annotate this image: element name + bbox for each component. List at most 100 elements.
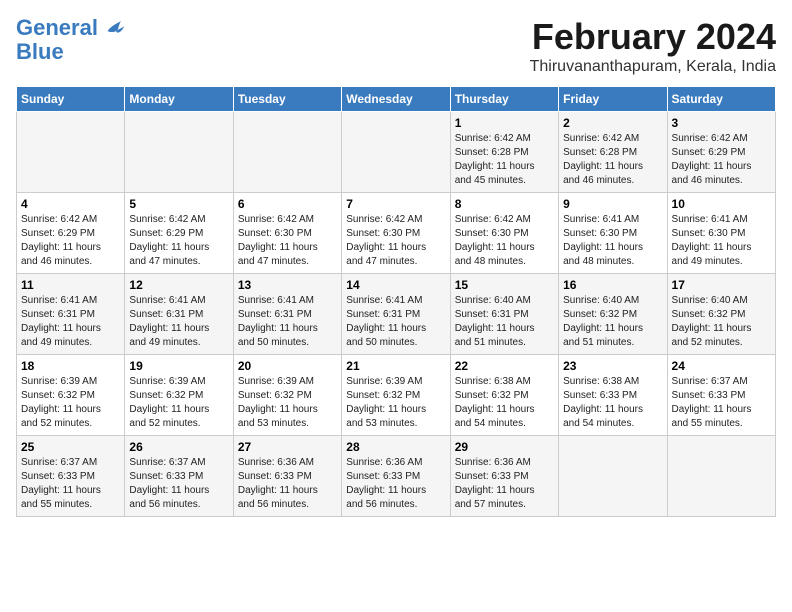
calendar-cell: 23 Sunrise: 6:38 AM Sunset: 6:33 PM Dayli…: [559, 355, 667, 436]
day-info: Sunrise: 6:42 AM Sunset: 6:29 PM Dayligh…: [21, 213, 120, 269]
day-number: 2: [563, 116, 662, 130]
calendar-cell: 29 Sunrise: 6:36 AM Sunset: 6:33 PM Dayli…: [450, 436, 558, 517]
day-info: Sunrise: 6:36 AM Sunset: 6:33 PM Dayligh…: [346, 456, 445, 512]
day-number: 29: [455, 440, 554, 454]
day-number: 21: [346, 359, 445, 373]
calendar-cell: 10 Sunrise: 6:41 AM Sunset: 6:30 PM Dayli…: [667, 193, 775, 274]
day-info: Sunrise: 6:42 AM Sunset: 6:29 PM Dayligh…: [672, 132, 771, 188]
calendar-body: 1Sunrise: 6:42 AM Sunset: 6:28 PM Daylig…: [17, 112, 776, 517]
day-number: 12: [129, 278, 228, 292]
day-info: Sunrise: 6:39 AM Sunset: 6:32 PM Dayligh…: [129, 375, 228, 431]
calendar-header-row: SundayMondayTuesdayWednesdayThursdayFrid…: [17, 87, 776, 112]
day-number: 16: [563, 278, 662, 292]
calendar-cell: 28 Sunrise: 6:36 AM Sunset: 6:33 PM Dayli…: [342, 436, 450, 517]
calendar-cell: 21 Sunrise: 6:39 AM Sunset: 6:32 PM Dayli…: [342, 355, 450, 436]
week-row-3: 18 Sunrise: 6:39 AM Sunset: 6:32 PM Dayli…: [17, 355, 776, 436]
day-info: Sunrise: 6:39 AM Sunset: 6:32 PM Dayligh…: [346, 375, 445, 431]
calendar-cell: 20 Sunrise: 6:39 AM Sunset: 6:32 PM Dayli…: [233, 355, 341, 436]
day-number: 26: [129, 440, 228, 454]
day-number: 28: [346, 440, 445, 454]
calendar-cell: 12 Sunrise: 6:41 AM Sunset: 6:31 PM Dayli…: [125, 274, 233, 355]
calendar-cell: [559, 436, 667, 517]
week-row-2: 11 Sunrise: 6:41 AM Sunset: 6:31 PM Dayli…: [17, 274, 776, 355]
header-friday: Friday: [559, 87, 667, 112]
logo-text: General: [16, 16, 126, 40]
day-info: Sunrise: 6:37 AM Sunset: 6:33 PM Dayligh…: [129, 456, 228, 512]
day-info: Sunrise: 6:41 AM Sunset: 6:31 PM Dayligh…: [346, 294, 445, 350]
calendar-cell: 1Sunrise: 6:42 AM Sunset: 6:28 PM Daylig…: [450, 112, 558, 193]
logo-bird-icon: [106, 19, 126, 35]
header-monday: Monday: [125, 87, 233, 112]
calendar-cell: 8 Sunrise: 6:42 AM Sunset: 6:30 PM Daylig…: [450, 193, 558, 274]
calendar-cell: [342, 112, 450, 193]
day-number: 7: [346, 197, 445, 211]
day-number: 6: [238, 197, 337, 211]
day-number: 27: [238, 440, 337, 454]
day-number: 9: [563, 197, 662, 211]
day-number: 5: [129, 197, 228, 211]
calendar-cell: 11 Sunrise: 6:41 AM Sunset: 6:31 PM Dayli…: [17, 274, 125, 355]
day-info: Sunrise: 6:41 AM Sunset: 6:30 PM Dayligh…: [563, 213, 662, 269]
calendar-cell: [233, 112, 341, 193]
day-info: Sunrise: 6:42 AM Sunset: 6:30 PM Dayligh…: [455, 213, 554, 269]
calendar-cell: 18Sunrise: 6:39 AM Sunset: 6:32 PM Dayli…: [17, 355, 125, 436]
calendar-cell: 16 Sunrise: 6:40 AM Sunset: 6:32 PM Dayli…: [559, 274, 667, 355]
day-info: Sunrise: 6:42 AM Sunset: 6:28 PM Dayligh…: [455, 132, 554, 188]
day-number: 3: [672, 116, 771, 130]
calendar-cell: 19Sunrise: 6:39 AM Sunset: 6:32 PM Dayli…: [125, 355, 233, 436]
day-info: Sunrise: 6:41 AM Sunset: 6:30 PM Dayligh…: [672, 213, 771, 269]
day-info: Sunrise: 6:38 AM Sunset: 6:33 PM Dayligh…: [563, 375, 662, 431]
day-info: Sunrise: 6:42 AM Sunset: 6:29 PM Dayligh…: [129, 213, 228, 269]
week-row-0: 1Sunrise: 6:42 AM Sunset: 6:28 PM Daylig…: [17, 112, 776, 193]
day-info: Sunrise: 6:42 AM Sunset: 6:30 PM Dayligh…: [238, 213, 337, 269]
calendar-cell: 17 Sunrise: 6:40 AM Sunset: 6:32 PM Dayli…: [667, 274, 775, 355]
calendar-cell: [17, 112, 125, 193]
day-number: 11: [21, 278, 120, 292]
day-number: 14: [346, 278, 445, 292]
day-number: 24: [672, 359, 771, 373]
page-header: General Blue February 2024 Thiruvanantha…: [16, 16, 776, 76]
day-number: 4: [21, 197, 120, 211]
day-number: 25: [21, 440, 120, 454]
day-info: Sunrise: 6:37 AM Sunset: 6:33 PM Dayligh…: [21, 456, 120, 512]
logo: General Blue: [16, 16, 126, 64]
calendar-cell: [125, 112, 233, 193]
day-info: Sunrise: 6:36 AM Sunset: 6:33 PM Dayligh…: [238, 456, 337, 512]
calendar-cell: 26 Sunrise: 6:37 AM Sunset: 6:33 PM Dayli…: [125, 436, 233, 517]
day-number: 10: [672, 197, 771, 211]
calendar-table: SundayMondayTuesdayWednesdayThursdayFrid…: [16, 86, 776, 517]
header-thursday: Thursday: [450, 87, 558, 112]
calendar-cell: 22Sunrise: 6:38 AM Sunset: 6:32 PM Dayli…: [450, 355, 558, 436]
header-tuesday: Tuesday: [233, 87, 341, 112]
day-info: Sunrise: 6:38 AM Sunset: 6:32 PM Dayligh…: [455, 375, 554, 431]
day-info: Sunrise: 6:40 AM Sunset: 6:31 PM Dayligh…: [455, 294, 554, 350]
day-info: Sunrise: 6:40 AM Sunset: 6:32 PM Dayligh…: [672, 294, 771, 350]
calendar-cell: 5 Sunrise: 6:42 AM Sunset: 6:29 PM Daylig…: [125, 193, 233, 274]
day-number: 20: [238, 359, 337, 373]
title-area: February 2024 Thiruvananthapuram, Kerala…: [530, 16, 776, 76]
day-number: 23: [563, 359, 662, 373]
day-info: Sunrise: 6:42 AM Sunset: 6:28 PM Dayligh…: [563, 132, 662, 188]
page-subtitle: Thiruvananthapuram, Kerala, India: [530, 58, 776, 76]
calendar-cell: 25 Sunrise: 6:37 AM Sunset: 6:33 PM Dayli…: [17, 436, 125, 517]
day-number: 17: [672, 278, 771, 292]
day-info: Sunrise: 6:41 AM Sunset: 6:31 PM Dayligh…: [238, 294, 337, 350]
day-info: Sunrise: 6:39 AM Sunset: 6:32 PM Dayligh…: [238, 375, 337, 431]
calendar-cell: 4 Sunrise: 6:42 AM Sunset: 6:29 PM Daylig…: [17, 193, 125, 274]
day-info: Sunrise: 6:40 AM Sunset: 6:32 PM Dayligh…: [563, 294, 662, 350]
day-number: 18: [21, 359, 120, 373]
header-wednesday: Wednesday: [342, 87, 450, 112]
calendar-cell: [667, 436, 775, 517]
day-info: Sunrise: 6:37 AM Sunset: 6:33 PM Dayligh…: [672, 375, 771, 431]
calendar-cell: 3 Sunrise: 6:42 AM Sunset: 6:29 PM Daylig…: [667, 112, 775, 193]
calendar-cell: 24 Sunrise: 6:37 AM Sunset: 6:33 PM Dayli…: [667, 355, 775, 436]
day-info: Sunrise: 6:41 AM Sunset: 6:31 PM Dayligh…: [21, 294, 120, 350]
calendar-cell: 14 Sunrise: 6:41 AM Sunset: 6:31 PM Dayli…: [342, 274, 450, 355]
day-info: Sunrise: 6:41 AM Sunset: 6:31 PM Dayligh…: [129, 294, 228, 350]
day-number: 8: [455, 197, 554, 211]
day-info: Sunrise: 6:36 AM Sunset: 6:33 PM Dayligh…: [455, 456, 554, 512]
week-row-1: 4 Sunrise: 6:42 AM Sunset: 6:29 PM Daylig…: [17, 193, 776, 274]
header-sunday: Sunday: [17, 87, 125, 112]
calendar-cell: 13Sunrise: 6:41 AM Sunset: 6:31 PM Dayli…: [233, 274, 341, 355]
calendar-cell: 27 Sunrise: 6:36 AM Sunset: 6:33 PM Dayli…: [233, 436, 341, 517]
